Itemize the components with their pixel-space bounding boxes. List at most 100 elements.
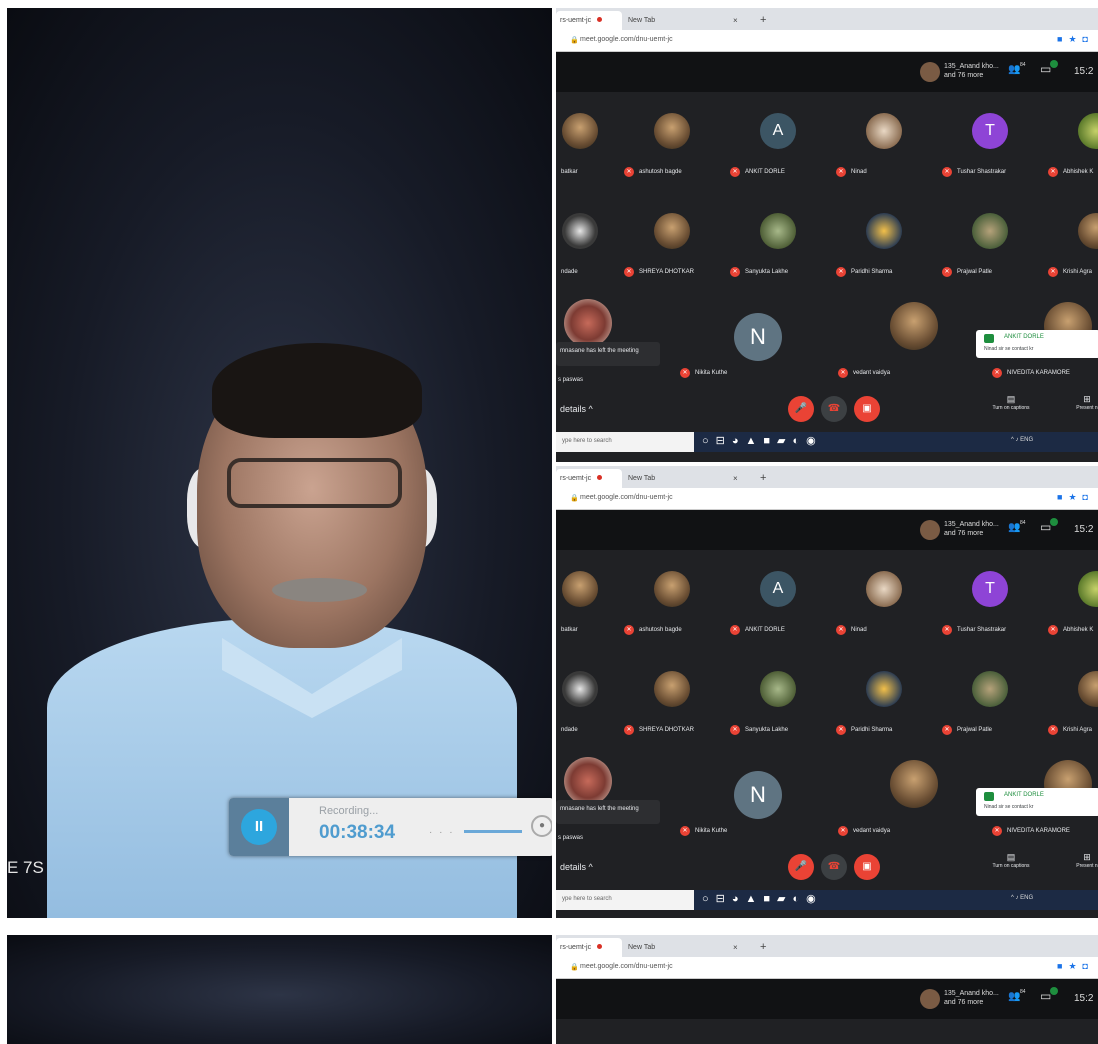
notification-title: ANKIT DORLE: [1004, 792, 1044, 798]
recording-dot-icon: [597, 475, 603, 480]
captions-button[interactable]: ▤ Turn on captions: [986, 394, 1036, 411]
participant-tile[interactable]: batkar: [556, 571, 622, 643]
people-icon[interactable]: 👥: [1008, 522, 1020, 533]
new-tab-icon[interactable]: +: [760, 11, 766, 30]
address-bar[interactable]: 🔒 meet.google.com/dnu-uemt-jc ■★◘: [556, 30, 1098, 52]
participant-tile[interactable]: ✕ Abhishek K: [1048, 571, 1098, 643]
participant-tile[interactable]: ndade: [556, 213, 622, 285]
presenter-avatar: [920, 62, 940, 82]
meeting-details-button[interactable]: details ^: [560, 404, 593, 414]
presenter-avatar: [920, 989, 940, 1009]
participant-avatar: [562, 671, 598, 707]
camera-toggle-button[interactable]: ▣: [854, 854, 880, 880]
tab-new-label: New Tab: [628, 475, 656, 482]
participant-tile[interactable]: T ✕ Tushar Shastrakar: [942, 571, 1032, 643]
leave-call-button[interactable]: ☎: [821, 396, 847, 422]
taskbar-app-icons[interactable]: ○⊟◕▲■▰◐◉: [702, 434, 823, 447]
chat-badge: [1050, 518, 1058, 526]
address-bar[interactable]: 🔒 meet.google.com/dnu-uemt-jc ■★◘: [556, 488, 1098, 510]
name-row: ✕ vedant vaidya: [838, 822, 968, 836]
name-row: ✕ Nikita Kuthe: [680, 364, 810, 378]
participant-tile[interactable]: ✕ Prajwal Patle: [942, 671, 1032, 743]
participant-name: Ninad: [851, 168, 867, 175]
participant-avatar: A: [760, 571, 796, 607]
mic-off-icon: ✕: [730, 166, 740, 177]
mic-off-icon: ✕: [836, 624, 846, 635]
participant-tile[interactable]: ✕ Ninad: [836, 113, 926, 185]
teacher-photo: E 7S II Recording... 00:38:34 · · · ●: [7, 8, 552, 918]
address-bar[interactable]: 🔒 meet.google.com/dnu-uemt-jc ■★◘: [556, 957, 1098, 979]
lock-icon: 🔒: [570, 37, 579, 44]
participant-tile[interactable]: ✕ Paridhi Sharma: [836, 213, 926, 285]
participant-name: NIVEDITA KARAMORE: [1007, 369, 1070, 376]
close-tab-icon[interactable]: ×: [733, 469, 738, 488]
mic-off-icon: ✕: [624, 266, 634, 277]
participant-tile[interactable]: ✕ ashutosh bagde: [624, 571, 714, 643]
mustache-shape: [272, 578, 367, 602]
people-count: 84: [1020, 520, 1026, 526]
people-icon[interactable]: 👥: [1008, 991, 1020, 1002]
participant-tile[interactable]: ✕ SHREYA DHOTKAR: [624, 671, 714, 743]
taskbar-app-icons[interactable]: ○⊟◕▲■▰◐◉: [702, 892, 823, 905]
new-tab-icon[interactable]: +: [760, 469, 766, 488]
pause-button[interactable]: II: [241, 809, 277, 845]
mic-icon[interactable]: ●: [531, 815, 552, 837]
mic-toggle-button[interactable]: 🎤: [788, 396, 814, 422]
participant-tile[interactable]: ✕ Prajwal Patle: [942, 213, 1032, 285]
taskbar-search[interactable]: ype here to search: [556, 432, 694, 452]
mic-toggle-button[interactable]: 🎤: [788, 854, 814, 880]
present-button[interactable]: ⊞ Present n: [1062, 394, 1098, 411]
close-tab-icon[interactable]: ×: [733, 11, 738, 30]
extension-icons[interactable]: ■★◘: [1057, 961, 1094, 972]
participant-avatar: [760, 213, 796, 249]
participant-tile[interactable]: ✕ SHREYA DHOTKAR: [624, 213, 714, 285]
participant-tile[interactable]: T ✕ Tushar Shastrakar: [942, 113, 1032, 185]
mic-off-icon: ✕: [624, 166, 634, 177]
people-icon[interactable]: 👥: [1008, 64, 1020, 75]
participant-tile[interactable]: N: [726, 313, 816, 387]
participant-tile[interactable]: batkar: [556, 113, 622, 185]
recording-time: 00:38:34: [319, 822, 396, 843]
participant-tile[interactable]: ✕ Krishi Agra: [1048, 213, 1098, 285]
present-label: Present n: [1076, 405, 1098, 411]
chat-notification[interactable]: ANKIT DORLE Ninad sir se contact kr: [976, 788, 1098, 816]
participant-avatar: A: [760, 113, 796, 149]
leave-call-button[interactable]: ☎: [821, 854, 847, 880]
participant-tile[interactable]: N: [726, 771, 816, 845]
present-button[interactable]: ⊞ Present n: [1062, 852, 1098, 869]
participant-tile[interactable]: ✕ Sanyukta Lakhe: [730, 671, 820, 743]
participant-tile[interactable]: ✕ Paridhi Sharma: [836, 671, 926, 743]
participant-tile[interactable]: ndade: [556, 671, 622, 743]
participant-tile[interactable]: ✕ Abhishek K: [1048, 113, 1098, 185]
participant-name: NIVEDITA KARAMORE: [1007, 827, 1070, 834]
captions-button[interactable]: ▤ Turn on captions: [986, 852, 1036, 869]
extension-icons[interactable]: ■★◘: [1057, 34, 1094, 45]
taskbar-search[interactable]: ype here to search: [556, 890, 694, 910]
participant-tile[interactable]: ✕ Ninad: [836, 571, 926, 643]
camera-toggle-button[interactable]: ▣: [854, 396, 880, 422]
mic-off-icon: ✕: [836, 266, 846, 277]
captions-label: Turn on captions: [992, 405, 1030, 411]
mic-off-icon: ✕: [942, 724, 952, 735]
participant-tile[interactable]: A ✕ ANKIT DORLE: [730, 571, 820, 643]
tab-new-label: New Tab: [628, 17, 656, 24]
meet-top-bar: 135_Anand kho... and 76 more 👥 84 ▭ 15:2: [556, 979, 1098, 1019]
participant-tile[interactable]: ✕ Krishi Agra: [1048, 671, 1098, 743]
participant-tile[interactable]: ✕ Sanyukta Lakhe: [730, 213, 820, 285]
tab-meet[interactable]: rs-uemt-jc: [556, 469, 622, 488]
tab-meet[interactable]: rs-uemt-jc: [556, 11, 622, 30]
extension-icons[interactable]: ■★◘: [1057, 492, 1094, 503]
new-tab-icon[interactable]: +: [760, 938, 766, 957]
mic-off-icon: ✕: [942, 166, 952, 177]
tab-meet[interactable]: rs-uemt-jc: [556, 938, 622, 957]
notification-body: Ninad sir se contact kr: [984, 346, 1034, 352]
close-tab-icon[interactable]: ×: [733, 938, 738, 957]
participant-name: Prajwal Patle: [957, 726, 993, 733]
people-count: 84: [1020, 62, 1026, 68]
mic-off-icon: ✕: [624, 724, 634, 735]
meeting-details-button[interactable]: details ^: [560, 862, 593, 872]
participant-tile[interactable]: ✕ ashutosh bagde: [624, 113, 714, 185]
participant-tile[interactable]: A ✕ ANKIT DORLE: [730, 113, 820, 185]
chat-notification[interactable]: ANKIT DORLE Ninad sir se contact kr: [976, 330, 1098, 358]
message-icon: [984, 792, 994, 801]
